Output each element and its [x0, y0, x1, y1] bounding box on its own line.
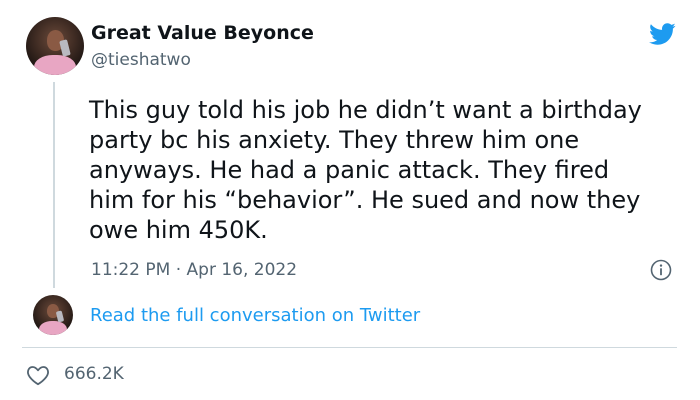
- avatar-shirt: [38, 321, 68, 335]
- twitter-bird-icon[interactable]: [646, 20, 678, 48]
- author-avatar[interactable]: [26, 17, 84, 75]
- thread-line: [53, 82, 55, 288]
- info-icon[interactable]: [650, 259, 672, 281]
- tweet-text: This guy told his job he didn’t want a b…: [89, 96, 642, 244]
- author-handle[interactable]: @tieshatwo: [91, 50, 191, 70]
- heart-icon[interactable]: [26, 364, 50, 386]
- avatar-shirt: [34, 55, 76, 75]
- divider: [22, 347, 677, 348]
- tweet-card: Great Value Beyonce @tieshatwo This guy …: [0, 0, 700, 400]
- author-display-name[interactable]: Great Value Beyonce: [91, 22, 314, 44]
- read-conversation-link[interactable]: Read the full conversation on Twitter: [90, 305, 420, 326]
- reply-avatar[interactable]: [33, 295, 73, 335]
- tweet-timestamp[interactable]: 11:22 PM · Apr 16, 2022: [91, 260, 297, 280]
- like-count[interactable]: 666.2K: [64, 364, 124, 384]
